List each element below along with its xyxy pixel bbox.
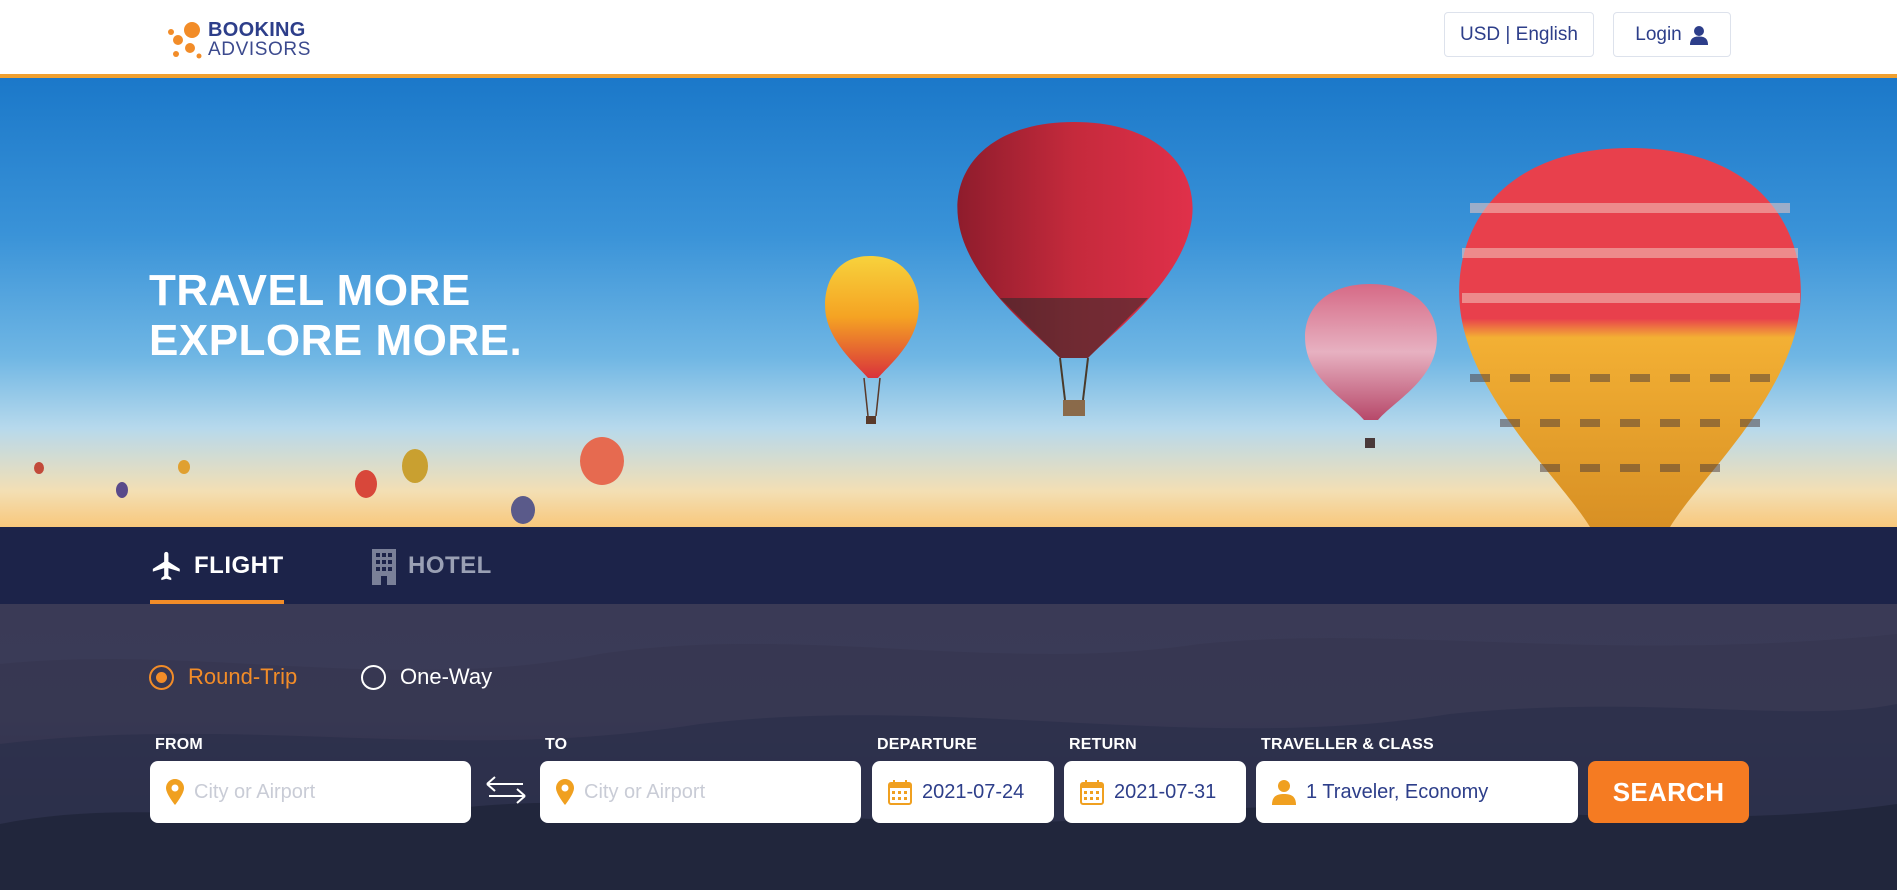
airplane-icon (152, 551, 180, 580)
departure-date-value: 2021-07-24 (922, 780, 1025, 803)
departure-date-field[interactable]: 2021-07-24 (872, 761, 1054, 823)
hero-banner: TRAVEL MORE EXPLORE MORE. (0, 78, 1897, 527)
calendar-icon (888, 779, 912, 805)
flight-search-panel: Round-Trip One-Way FROM TO DEPARTURE RET… (0, 604, 1897, 890)
booking-tabs: FLIGHT HOTEL (0, 527, 1897, 604)
radio-round-trip-label: Round-Trip (188, 664, 298, 689)
return-date-value: 2021-07-31 (1114, 780, 1217, 803)
login-label: Login (1635, 23, 1682, 45)
large-striped-balloon (1459, 148, 1801, 527)
swap-arrows-icon (486, 776, 526, 804)
swap-locations-button[interactable] (483, 774, 529, 813)
tab-hotel[interactable]: HOTEL (370, 527, 492, 604)
return-label: RETURN (1069, 736, 1137, 753)
hero-headline: TRAVEL MORE EXPLORE MORE. (149, 266, 522, 366)
departure-label: DEPARTURE (877, 736, 978, 753)
radio-one-way-label: One-Way (400, 664, 493, 689)
tab-hotel-label: HOTEL (408, 551, 492, 579)
radio-one-way[interactable]: One-Way (361, 664, 492, 690)
logo-line1: BOOKING (208, 19, 306, 41)
logo-line2: ADVISORS (208, 39, 311, 60)
to-label: TO (545, 736, 568, 753)
return-date-field[interactable]: 2021-07-31 (1064, 761, 1246, 823)
hero-title-line2: EXPLORE MORE. (149, 316, 523, 365)
currency-language-label: USD | English (1460, 23, 1578, 45)
site-header: BOOKING ADVISORS USD | English Login (0, 0, 1897, 78)
distant-balloons (34, 437, 624, 524)
tab-flight[interactable]: FLIGHT (150, 527, 284, 604)
booking-advisors-logo[interactable]: BOOKING ADVISORS (168, 18, 318, 60)
traveller-class-value: 1 Traveler, Economy (1306, 780, 1489, 803)
logo-text: BOOKING ADVISORS (208, 20, 311, 60)
traveller-icon (1272, 779, 1296, 805)
traveller-class-label: TRAVELLER & CLASS (1261, 736, 1434, 753)
to-input[interactable] (584, 780, 861, 804)
traveller-class-field[interactable]: 1 Traveler, Economy (1256, 761, 1578, 823)
logo-dots-icon (168, 22, 202, 59)
location-pin-icon (166, 779, 184, 805)
pink-balloon (1305, 284, 1437, 448)
hero-title-line1: TRAVEL MORE (149, 266, 471, 315)
radio-unselected-indicator (361, 664, 386, 690)
calendar-icon (1080, 779, 1104, 805)
to-field[interactable] (540, 761, 861, 823)
login-button[interactable]: Login (1613, 12, 1731, 57)
tab-flight-label: FLIGHT (194, 551, 284, 579)
user-icon (1689, 25, 1708, 45)
currency-language-button[interactable]: USD | English (1444, 12, 1594, 57)
from-label: FROM (155, 736, 203, 753)
red-balloon (957, 122, 1193, 416)
location-pin-icon (556, 779, 574, 805)
radio-selected-indicator (149, 664, 174, 690)
from-input[interactable] (194, 780, 471, 804)
hotel-building-icon (372, 548, 396, 585)
radio-round-trip[interactable]: Round-Trip (149, 664, 297, 690)
yellow-balloon (825, 256, 919, 424)
from-field[interactable] (150, 761, 471, 823)
search-button[interactable]: SEARCH (1588, 761, 1749, 823)
